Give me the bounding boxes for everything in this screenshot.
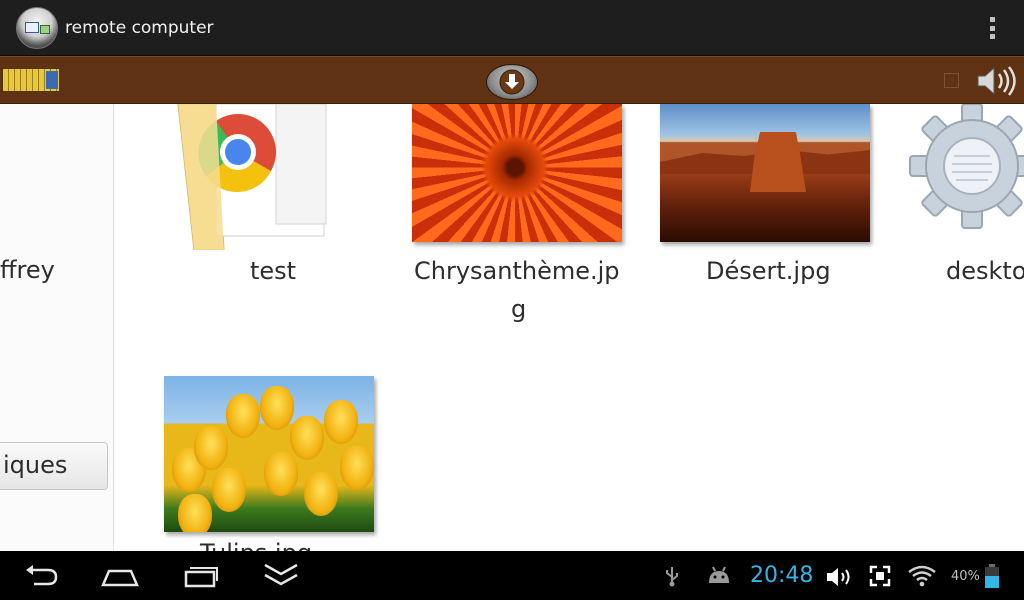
status-clock: 20:48 <box>750 563 814 588</box>
battery-icon <box>985 564 999 588</box>
action-bar: remote computer <box>0 0 1024 56</box>
remote-desktop-view[interactable]: ffrey iques test Chrysanthème.jp g Déser… <box>0 104 1024 551</box>
back-icon[interactable] <box>22 561 60 591</box>
butte-shape <box>750 132 806 192</box>
file-label-chrysantheme-line2[interactable]: g <box>511 290 526 328</box>
settings-file-icon[interactable] <box>900 104 1024 250</box>
side-panel-button[interactable]: iques <box>0 442 108 490</box>
file-label-tulips[interactable]: Tulips.jpg <box>200 534 312 551</box>
volume-icon <box>827 568 850 586</box>
app-title: remote computer <box>65 18 214 38</box>
screenshot-icon[interactable] <box>869 565 891 587</box>
image-thumbnail-chrysantheme[interactable] <box>412 104 622 242</box>
app-icon[interactable] <box>16 7 58 49</box>
user-name-label: ffrey <box>0 256 55 284</box>
download-icon <box>499 69 525 95</box>
monitor-icon <box>25 22 39 33</box>
phone-icon <box>40 25 50 34</box>
checkbox-icon[interactable] <box>944 73 959 88</box>
remote-toolbar <box>0 56 1024 104</box>
file-label-desert[interactable]: Désert.jpg <box>706 252 831 290</box>
download-button[interactable] <box>486 64 538 100</box>
overflow-menu-icon[interactable] <box>982 14 1002 42</box>
explorer-side-panel: ffrey iques <box>0 104 114 551</box>
system-navigation-bar: 20:48 40% <box>0 551 1024 600</box>
keyboard-icon[interactable] <box>2 68 60 92</box>
file-label-chrysantheme-line1[interactable]: Chrysanthème.jp <box>414 252 620 290</box>
image-thumbnail-desert[interactable] <box>660 104 870 242</box>
speaker-icon[interactable] <box>972 65 1020 97</box>
usb-icon <box>666 567 678 587</box>
wifi-icon <box>908 565 936 587</box>
image-thumbnail-tulips[interactable] <box>164 376 374 532</box>
battery-percentage: 40% <box>951 569 980 584</box>
android-debug-icon <box>709 566 729 583</box>
file-label-desktop[interactable]: deskto <box>946 252 1024 290</box>
hide-keyboard-icon[interactable] <box>262 561 300 591</box>
file-label-test[interactable]: test <box>250 252 296 290</box>
folder-icon[interactable] <box>176 104 336 250</box>
recent-apps-icon[interactable] <box>182 561 220 591</box>
home-icon[interactable] <box>100 561 140 591</box>
